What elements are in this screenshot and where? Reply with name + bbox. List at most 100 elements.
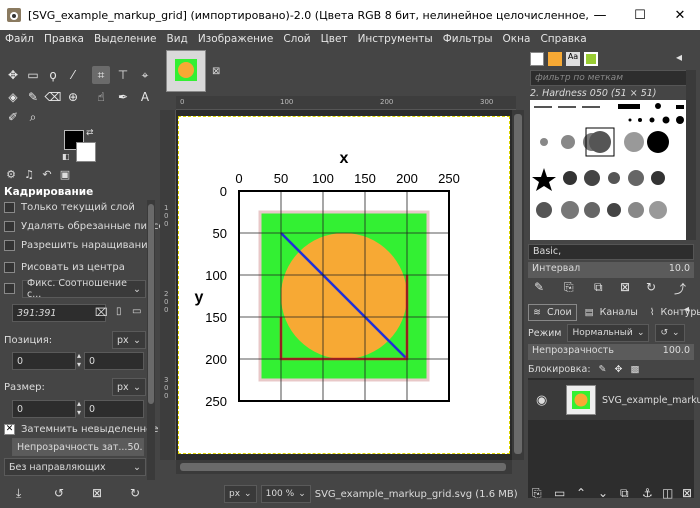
- vertical-scrollbar[interactable]: [512, 110, 524, 460]
- save-options-icon[interactable]: ⤓: [16, 486, 21, 501]
- close-tab-icon[interactable]: ⊠: [212, 66, 220, 77]
- tab-layers[interactable]: ≋ Слои: [528, 304, 577, 321]
- brush-scrollbar[interactable]: [686, 70, 696, 240]
- menu-image[interactable]: Изображение: [193, 33, 279, 45]
- clone-tool-icon[interactable]: ⊕: [64, 88, 82, 106]
- horizontal-scrollbar[interactable]: [176, 460, 512, 474]
- size-w-input[interactable]: 0: [12, 400, 76, 418]
- scroll-thumb[interactable]: [514, 114, 522, 454]
- lock-pixels-icon[interactable]: ✎: [599, 364, 607, 375]
- menu-layer[interactable]: Слой: [278, 33, 315, 45]
- brushes-tab-icon[interactable]: [530, 52, 544, 66]
- maximize-button[interactable]: ☐: [620, 0, 660, 30]
- scroll-thumb[interactable]: [180, 463, 506, 471]
- eye-icon[interactable]: ◉: [536, 393, 547, 408]
- image-tab-thumbnail[interactable]: [166, 50, 206, 92]
- canvas-area[interactable]: 0 50 100 150 200 250 0 50 100 150 200 250 x y: [176, 110, 512, 460]
- palettes-tab-icon[interactable]: [584, 52, 598, 66]
- guides-select[interactable]: Без направляющих ⌄: [4, 458, 146, 476]
- checked-checkbox[interactable]: ✕: [4, 424, 15, 435]
- dock-menu-icon[interactable]: ◂: [676, 50, 682, 64]
- mask-layer-icon[interactable]: ◫: [662, 486, 673, 500]
- duplicate-layer-icon[interactable]: ⧉: [620, 486, 629, 501]
- warp-tool-icon[interactable]: ⌖: [136, 66, 154, 84]
- darken-unselected-check[interactable]: ✕ Затемнить невыделенное: [4, 424, 158, 435]
- image-canvas[interactable]: 0 50 100 150 200 250 0 50 100 150 200 250 x y: [178, 116, 510, 454]
- landscape-icon[interactable]: ▭: [132, 306, 141, 317]
- new-layer-icon[interactable]: ⎘: [532, 486, 542, 501]
- composite-select[interactable]: ↺ ⌄: [655, 324, 685, 342]
- brush-tag-field[interactable]: Basic,: [528, 244, 694, 260]
- brush-grid[interactable]: [530, 100, 694, 240]
- checkbox[interactable]: [4, 221, 15, 232]
- layer-mode-select[interactable]: Нормальный ⌄: [567, 324, 650, 342]
- fixed-ratio-select[interactable]: Фикс. Соотношение с... ⌄: [22, 278, 146, 300]
- size-unit-select[interactable]: px ⌄: [112, 378, 146, 396]
- dock-menu-icon[interactable]: ◂: [684, 304, 689, 315]
- lasso-tool-icon[interactable]: ϙ: [44, 66, 62, 84]
- only-current-layer-check[interactable]: Только текущий слой: [4, 202, 135, 213]
- close-button[interactable]: ✕: [660, 0, 700, 30]
- images-tab-icon[interactable]: ▣: [58, 168, 72, 181]
- crop-tool-icon[interactable]: ⌗: [92, 66, 110, 84]
- menu-file[interactable]: Файл: [0, 33, 39, 45]
- swap-colors-icon[interactable]: ⇄: [86, 128, 94, 138]
- lock-alpha-icon[interactable]: ▩: [630, 364, 639, 375]
- anchor-layer-icon[interactable]: ⚓: [642, 486, 653, 500]
- menu-tools[interactable]: Инструменты: [353, 33, 438, 45]
- checkbox[interactable]: [4, 202, 15, 213]
- paintbrush-tool-icon[interactable]: ✎: [24, 88, 42, 106]
- edit-brush-icon[interactable]: ✎: [534, 280, 544, 294]
- layer-list[interactable]: ◉ SVG_example_markup_grid: [528, 378, 700, 498]
- menu-windows[interactable]: Окна: [498, 33, 536, 45]
- tool-options-scrollbar[interactable]: [147, 200, 155, 480]
- new-group-icon[interactable]: ▭: [554, 486, 565, 500]
- color-picker-tool-icon[interactable]: ✐: [4, 108, 22, 126]
- transform-tool-icon[interactable]: ⊤: [114, 66, 132, 84]
- ratio-input[interactable]: 391:391: [12, 304, 106, 322]
- undo-history-tab-icon[interactable]: ↶: [40, 168, 54, 181]
- bucket-fill-tool-icon[interactable]: ◈: [4, 88, 22, 106]
- menu-edit[interactable]: Правка: [39, 33, 89, 45]
- fixed-checkbox[interactable]: [4, 283, 15, 294]
- patterns-tab-icon[interactable]: [548, 52, 562, 66]
- background-color-swatch[interactable]: [76, 142, 96, 162]
- position-y-input[interactable]: 0: [84, 352, 144, 370]
- menu-filters[interactable]: Фильтры: [438, 33, 498, 45]
- lower-layer-icon[interactable]: ⌄: [598, 486, 608, 500]
- brush-tag-filter[interactable]: фильтр по меткам: [530, 70, 688, 86]
- position-unit-select[interactable]: px ⌄: [112, 331, 146, 349]
- duplicate-brush-icon[interactable]: ⧉: [594, 280, 603, 295]
- reset-colors-icon[interactable]: ◧: [62, 152, 70, 161]
- menu-view[interactable]: Вид: [162, 33, 193, 45]
- unit-select[interactable]: px ⌄: [224, 485, 257, 503]
- restore-options-icon[interactable]: ↺: [54, 486, 64, 500]
- menu-select[interactable]: Выделение: [89, 33, 162, 45]
- paths-tool-icon[interactable]: ✒: [114, 88, 132, 106]
- zoom-tool-icon[interactable]: ⌕: [24, 108, 42, 126]
- eraser-tool-icon[interactable]: ⌫: [44, 88, 62, 106]
- menu-color[interactable]: Цвет: [316, 33, 353, 45]
- tab-channels[interactable]: ▤ Каналы: [581, 304, 642, 321]
- lock-position-icon[interactable]: ✥: [614, 364, 622, 375]
- tool-options-tab-icon[interactable]: ⚙: [4, 168, 18, 181]
- fonts-tab-icon[interactable]: Aa: [566, 52, 580, 66]
- new-brush-icon[interactable]: ⎘: [564, 280, 574, 295]
- rect-select-tool-icon[interactable]: ▭: [24, 66, 42, 84]
- fuzzy-select-tool-icon[interactable]: ⁄: [64, 66, 82, 84]
- zoom-select[interactable]: 100 % ⌄: [260, 485, 311, 503]
- portrait-icon[interactable]: ▯: [116, 306, 122, 317]
- darken-opacity-slider[interactable]: Непрозрачность зат...50.0: [12, 438, 144, 456]
- smudge-tool-icon[interactable]: ☝: [92, 88, 110, 106]
- allow-growing-check[interactable]: Разрешить наращивание: [4, 240, 154, 251]
- checkbox[interactable]: [4, 240, 15, 251]
- expand-from-center-check[interactable]: Рисовать из центра: [4, 262, 125, 273]
- delete-layer-icon[interactable]: ⊠: [682, 486, 692, 500]
- checkbox[interactable]: [4, 262, 15, 273]
- layer-opacity-slider[interactable]: Непрозрачность 100.0: [528, 344, 694, 360]
- delete-brush-icon[interactable]: ⊠: [620, 280, 630, 294]
- move-tool-icon[interactable]: ✥: [4, 66, 22, 84]
- size-h-input[interactable]: 0: [84, 400, 144, 418]
- minimize-button[interactable]: —: [580, 0, 620, 30]
- tab-paths[interactable]: ⌇ Контуры: [646, 304, 700, 321]
